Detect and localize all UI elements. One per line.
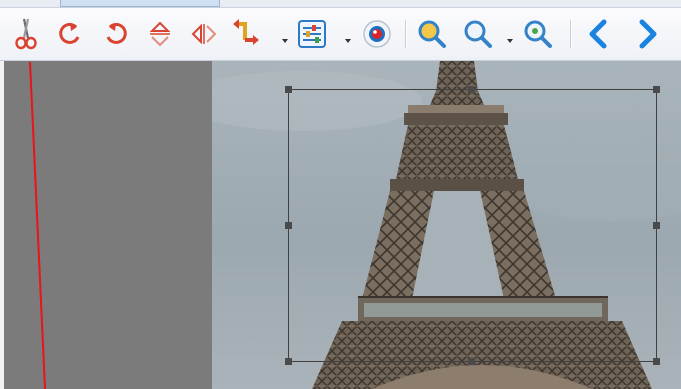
caret-down-icon (345, 30, 351, 48)
editing-toolbar (0, 8, 681, 61)
crop-handle-bottom[interactable] (468, 358, 475, 365)
zoom-out-icon (463, 19, 493, 49)
toolbar-separator (405, 20, 406, 48)
next-button[interactable] (628, 12, 668, 56)
zoom-in-button[interactable] (412, 12, 452, 56)
cut-button[interactable] (6, 12, 46, 56)
rotate-left-icon (56, 20, 84, 48)
crop-handle-bottom-left[interactable] (285, 358, 292, 365)
crop-selection[interactable] (285, 86, 660, 365)
flip-horizontal-button[interactable] (184, 12, 224, 56)
crop-handle-right[interactable] (653, 222, 660, 229)
previous-button[interactable] (578, 12, 618, 56)
crop-handle-bottom-right[interactable] (653, 358, 660, 365)
photo-editor-window (0, 0, 681, 389)
tab-strip (0, 0, 681, 8)
crop-handle-top[interactable] (468, 86, 475, 93)
red-eye-button[interactable] (357, 12, 397, 56)
crop-handle-top-right[interactable] (653, 86, 660, 93)
rotate-right-icon (102, 20, 130, 48)
flip-horizontal-icon (189, 21, 219, 47)
scissors-icon (11, 16, 41, 52)
red-eye-icon (362, 19, 392, 49)
rotate-right-button[interactable] (96, 12, 136, 56)
toolbar-separator (570, 20, 571, 48)
transform-button[interactable] (226, 12, 266, 56)
adjust-dropdown-arrow[interactable] (344, 35, 352, 43)
zoom-in-icon (417, 19, 447, 49)
chevron-right-icon (636, 19, 660, 49)
crop-handle-left[interactable] (285, 222, 292, 229)
chevron-left-icon (586, 19, 610, 49)
adjust-button[interactable] (292, 12, 332, 56)
zoom-fit-button[interactable] (518, 12, 558, 56)
rotate-left-button[interactable] (50, 12, 90, 56)
flip-vertical-icon (147, 19, 173, 49)
zoom-dropdown-arrow[interactable] (506, 35, 514, 43)
transform-dropdown-arrow[interactable] (281, 35, 289, 43)
transform-arrows-icon (231, 18, 261, 50)
flip-vertical-button[interactable] (140, 12, 180, 56)
zoom-fit-icon (523, 19, 553, 49)
caret-down-icon (507, 30, 513, 48)
active-tab[interactable] (60, 0, 220, 7)
caret-down-icon (282, 30, 288, 48)
adjustments-icon (297, 19, 327, 49)
zoom-out-button[interactable] (458, 12, 498, 56)
crop-handle-top-left[interactable] (285, 86, 292, 93)
